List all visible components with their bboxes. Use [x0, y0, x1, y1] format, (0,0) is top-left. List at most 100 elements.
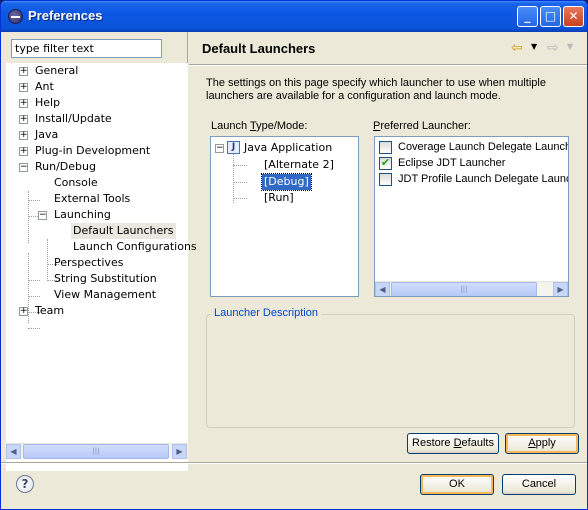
launcher-coverage[interactable]: Coverage Launch Delegate Launcher [375, 139, 568, 155]
tree-item-launch-configurations[interactable]: Launch Configurations [6, 239, 197, 255]
checkbox[interactable] [379, 141, 392, 154]
launch-type-tree[interactable]: − J Java Application [Alternate 2] [Debu… [210, 136, 359, 297]
button-label: efaults [461, 437, 494, 449]
apply-button[interactable]: Apply [505, 433, 579, 454]
tree-item-string-substitution[interactable]: String Substitution [6, 271, 188, 287]
tree-item-install-update[interactable]: + Install/Update [6, 111, 188, 127]
window-title: Preferences [28, 8, 103, 23]
help-icon[interactable]: ? [16, 475, 34, 493]
preference-tree: + General + Ant + Help + Install/Update … [6, 63, 197, 471]
button-label: Restore [412, 437, 454, 449]
tree-item-label: View Management [54, 288, 157, 301]
launcher-horizontal-scrollbar[interactable]: ◀ ||| ▶ [375, 281, 568, 296]
scroll-thumb[interactable]: ||| [23, 444, 169, 459]
preference-page: Default Launchers ⇦ ▼ ⇨ ▼ The settings o… [189, 32, 587, 462]
collapse-icon[interactable]: − [19, 163, 28, 172]
collapse-icon[interactable]: − [215, 144, 224, 153]
tree-item-label: [Run] [264, 191, 294, 204]
minimize-button[interactable]: _ [517, 6, 538, 27]
tree-item-java[interactable]: + Java [6, 127, 188, 143]
launch-type-java-application[interactable]: − J Java Application [211, 140, 358, 156]
tree-item-team[interactable]: + Team [6, 303, 188, 319]
eclipse-icon [8, 9, 23, 24]
tree-item-label: Launch Configurations [73, 240, 197, 253]
tree-item-ant[interactable]: + Ant [6, 79, 188, 95]
tree-item-label: Ant [35, 80, 54, 93]
preferences-dialog: Preferences _ □ ✕ + General + [0, 0, 588, 510]
launcher-jdt-profile[interactable]: JDT Profile Launch Delegate Launcher [375, 171, 568, 187]
page-title: Default Launchers [202, 41, 316, 56]
tree-item-label: String Substitution [54, 272, 157, 285]
launcher-description-label: Launcher Description [211, 307, 321, 319]
mnemonic: A [528, 437, 536, 449]
chevron-down-icon: ▼ [567, 42, 574, 51]
tree-item-label: Run/Debug [35, 160, 96, 173]
expand-icon[interactable]: + [19, 147, 28, 156]
tree-item-label: Java [35, 128, 59, 141]
tree-item-label: Plug-in Development [35, 144, 151, 157]
back-arrow-icon[interactable]: ⇦ [511, 40, 523, 56]
expand-icon[interactable]: + [19, 115, 28, 124]
cancel-button[interactable]: Cancel [502, 474, 576, 495]
launcher-label: Coverage Launch Delegate Launcher [398, 141, 569, 153]
tree-item-console[interactable]: Console [6, 175, 188, 191]
maximize-button[interactable]: □ [540, 6, 561, 27]
launcher-eclipse-jdt[interactable]: ✔ Eclipse JDT Launcher [375, 155, 568, 171]
scroll-left-icon[interactable]: ◀ [6, 444, 21, 459]
launch-mode-debug[interactable]: [Debug] [211, 173, 358, 191]
tree-item-run-debug[interactable]: − Run/Debug [6, 159, 188, 175]
title-bar: Preferences _ □ ✕ [1, 1, 587, 32]
tree-item-label: Install/Update [35, 112, 112, 125]
tree-item-external-tools[interactable]: External Tools [6, 191, 188, 207]
tree-item-label: [Alternate 2] [264, 158, 334, 171]
scroll-right-icon[interactable]: ▶ [172, 444, 187, 459]
tree-item-label: Perspectives [54, 256, 124, 269]
launch-mode-alternate[interactable]: [Alternate 2] [211, 157, 358, 173]
collapse-icon[interactable]: − [38, 211, 47, 220]
tree-item-help[interactable]: + Help [6, 95, 188, 111]
tree-item-view-management[interactable]: View Management [6, 287, 188, 303]
close-button[interactable]: ✕ [563, 6, 584, 27]
scroll-thumb[interactable]: ||| [391, 282, 537, 296]
tree-item-label: Help [35, 96, 61, 109]
label-text: ype/Mode: [256, 120, 308, 132]
launch-type-label: Launch Type/Mode: [211, 120, 307, 132]
tree-item-label: Default Launchers [71, 223, 176, 239]
divider [189, 64, 587, 66]
expand-icon[interactable]: + [19, 67, 28, 76]
scroll-right-icon[interactable]: ▶ [553, 282, 568, 296]
close-icon: ✕ [568, 9, 579, 23]
checkbox-checked[interactable]: ✔ [379, 157, 392, 170]
tree-item-default-launchers[interactable]: Default Launchers [6, 223, 188, 239]
page-description: The settings on this page specify which … [206, 77, 546, 102]
tree-item-general[interactable]: + General [6, 63, 188, 79]
expand-icon[interactable]: + [19, 307, 28, 316]
tree-item-label: General [35, 64, 79, 77]
mnemonic: D [453, 437, 462, 449]
chevron-down-icon[interactable]: ▼ [531, 42, 537, 51]
tree-item-perspectives[interactable]: Perspectives [6, 255, 188, 271]
tree-item-label: Console [54, 176, 98, 189]
tree-item-label: Launching [54, 208, 111, 221]
tree-item-launching[interactable]: − Launching [6, 207, 188, 223]
tree-item-plugin-development[interactable]: + Plug-in Development [6, 143, 188, 159]
expand-icon[interactable]: + [19, 131, 28, 140]
restore-defaults-button[interactable]: Restore Defaults [407, 433, 499, 454]
expand-icon[interactable]: + [19, 99, 28, 108]
ok-button[interactable]: OK [420, 474, 494, 495]
tree-item-label: Java Application [244, 141, 333, 154]
launch-mode-run[interactable]: [Run] [211, 190, 358, 206]
tree-horizontal-scrollbar[interactable]: ◀ ||| ▶ [6, 443, 188, 459]
launcher-description-group [206, 314, 575, 428]
checkbox[interactable] [379, 173, 392, 186]
expand-icon[interactable]: + [19, 83, 28, 92]
label-text: Launch [211, 120, 250, 132]
preferred-launcher-list[interactable]: Coverage Launch Delegate Launcher ✔ Ecli… [374, 136, 569, 297]
preferred-launcher-label: Preferred Launcher: [373, 120, 471, 132]
tree-item-label: [Debug] [261, 173, 312, 191]
filter-input[interactable] [11, 39, 162, 58]
forward-arrow-icon: ⇨ [547, 40, 559, 56]
tree-item-label: External Tools [54, 192, 131, 205]
scroll-left-icon[interactable]: ◀ [375, 282, 390, 296]
maximize-icon: □ [544, 9, 557, 23]
